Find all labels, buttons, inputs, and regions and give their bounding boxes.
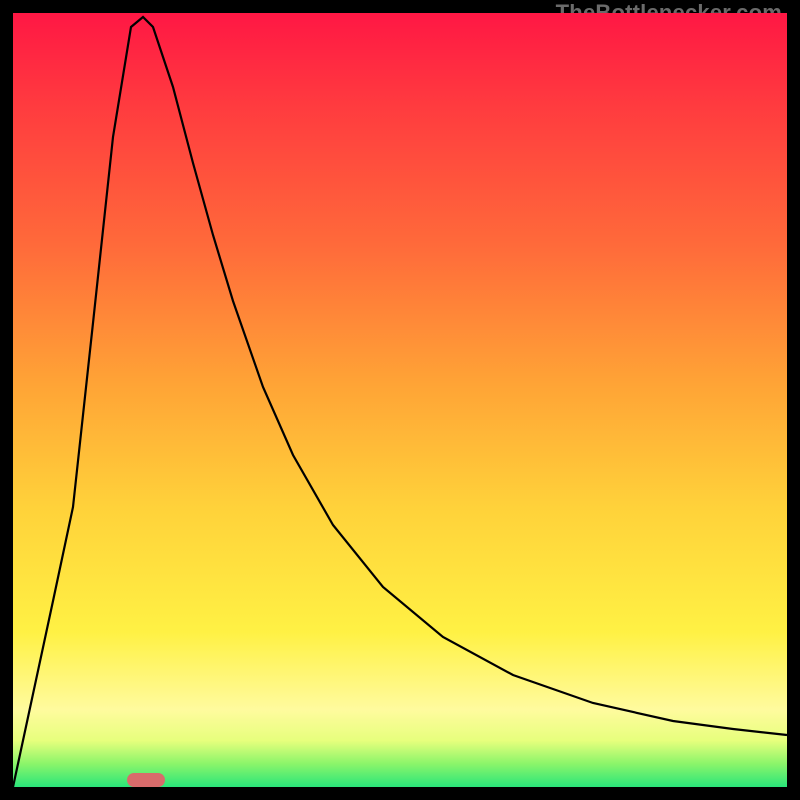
chart-frame xyxy=(13,13,787,787)
minimum-marker-pill xyxy=(127,773,165,787)
chart-svg xyxy=(13,13,787,787)
bottleneck-curve xyxy=(13,17,787,787)
